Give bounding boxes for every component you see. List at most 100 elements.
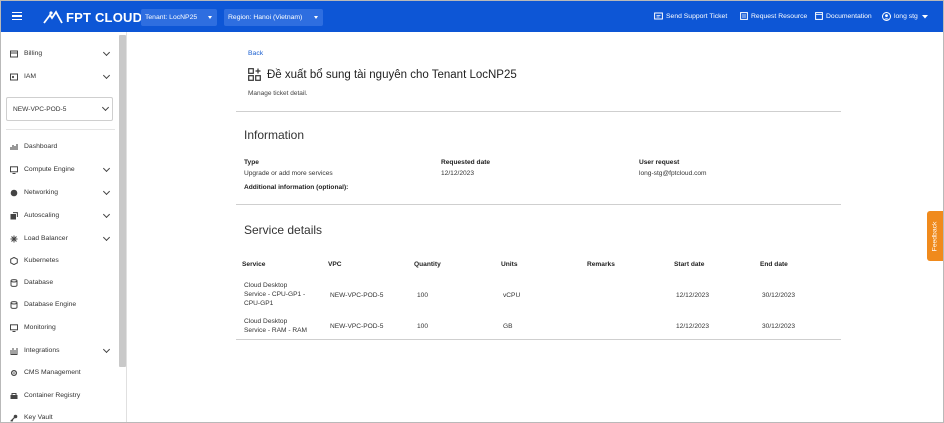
feedback-label: Feedback [931,221,939,251]
chevron-down-icon [102,164,111,173]
user-avatar-icon [882,12,891,21]
sidebar-item-label: Load Balancer [24,235,68,242]
quantity-cell: 100 [417,323,429,330]
feedback-tab[interactable]: Feedback [927,211,943,261]
autoscaling-icon [10,212,18,220]
user-request-value: long-stg@fptcloud.com [639,170,707,177]
sidebar-item-label: IAM [24,73,37,80]
page-title: Đề xuất bổ sung tài nguyên cho Tenant Lo… [248,68,517,81]
sidebar: Billing IAM NEW-VPC-POD-5 Dashboard Comp… [1,32,127,422]
support-label: Send Support Ticket [666,12,728,20]
sidebar-item-autoscaling[interactable]: Autoscaling [1,209,117,223]
monitor-icon [10,166,18,174]
sidebar-item-label: Database Engine [24,301,77,308]
vpc-select-value: NEW-VPC-POD-5 [13,106,67,113]
billing-icon [10,50,18,58]
document-icon [815,12,823,20]
sidebar-item-label: Kubernetes [24,257,59,264]
chevron-down-icon [102,48,111,57]
end-date-cell: 30/12/2023 [762,323,796,330]
add-resource-icon [248,68,261,81]
region-select-label: Region: Hanoi (Vietnam) [228,14,303,21]
vpc-cell: NEW-VPC-POD-5 [330,292,384,299]
divider [236,204,841,205]
start-date-cell: 12/12/2023 [676,292,710,299]
page-title-text: Đề xuất bổ sung tài nguyên cho Tenant Lo… [267,68,517,81]
service-line: CPU-GP1 [244,300,274,307]
units-cell: vCPU [503,292,521,299]
kubernetes-icon [10,257,18,265]
vpc-cell: NEW-VPC-POD-5 [330,323,384,330]
fpt-cloud-logo[interactable]: FPT CLOUD [43,9,142,25]
bar-chart-icon [10,144,18,150]
vpc-select[interactable]: NEW-VPC-POD-5 [6,97,113,121]
column-header-quantity: Quantity [414,261,441,268]
chevron-down-icon [102,345,111,354]
column-header-units: Units [501,261,518,268]
documentation-link[interactable]: Documentation [815,12,872,20]
additional-info-label: Additional information (optional): [244,184,349,191]
sidebar-item-kubernetes[interactable]: Kubernetes [1,254,117,268]
sidebar-item-billing[interactable]: Billing [1,47,117,61]
sidebar-item-compute-engine[interactable]: Compute Engine [1,163,117,177]
menu-icon[interactable] [12,12,22,20]
database-icon [10,301,18,309]
chevron-down-icon [102,71,111,80]
sidebar-item-networking[interactable]: Networking [1,186,117,200]
sidebar-item-label: Billing [24,50,43,57]
sidebar-item-label: Container Registry [24,392,81,399]
back-link[interactable]: Back [248,50,263,57]
units-cell: GB [503,323,513,330]
sidebar-item-container-registry[interactable]: Container Registry [1,389,117,403]
sidebar-item-cms-management[interactable]: CMS Management [1,366,117,380]
service-cell: Cloud Desktop Service - CPU-GP1 - CPU-GP… [244,281,305,308]
request-resource-link[interactable]: Request Resource [740,12,807,20]
sidebar-item-key-vault[interactable]: Key Vault [1,411,117,422]
service-line: Cloud Desktop [244,318,288,325]
iam-icon [10,73,18,81]
sidebar-item-label: Networking [24,189,58,196]
request-label: Request Resource [751,12,808,20]
docs-label: Documentation [826,12,872,20]
information-heading: Information [244,128,305,142]
type-value: Upgrade or add more services [244,170,333,177]
quantity-cell: 100 [417,292,429,299]
sidebar-item-monitoring[interactable]: Monitoring [1,321,117,335]
sidebar-item-label: Dashboard [24,143,58,150]
service-cell: Cloud Desktop Service - RAM - RAM [244,317,307,335]
sidebar-item-label: Integrations [24,347,60,354]
chevron-down-icon [101,103,110,112]
service-details-heading: Service details [244,223,323,237]
column-header-vpc: VPC [328,261,342,268]
column-header-service: Service [242,261,266,268]
sidebar-item-dashboard[interactable]: Dashboard [1,140,117,154]
service-line: Service - RAM - RAM [244,327,308,334]
column-header-end-date: End date [760,261,788,268]
start-date-cell: 12/12/2023 [676,323,710,330]
send-support-ticket-link[interactable]: Send Support Ticket [654,12,727,20]
top-bar: FPT CLOUD Tenant: LocNP25 Region: Hanoi … [1,1,943,32]
column-header-remarks: Remarks [587,261,615,268]
sidebar-item-database[interactable]: Database [1,276,117,290]
sidebar-scrollbar[interactable] [119,35,126,367]
sidebar-item-integrations[interactable]: Integrations [1,344,117,358]
chevron-down-icon [102,210,111,219]
sidebar-item-database-engine[interactable]: Database Engine [1,298,117,312]
user-menu[interactable]: long stg [882,12,931,21]
sidebar-item-label: Database [24,279,54,286]
sidebar-item-label: Autoscaling [24,212,60,219]
key-icon [10,414,18,422]
sidebar-divider [6,129,115,130]
end-date-cell: 30/12/2023 [762,292,796,299]
sidebar-item-load-balancer[interactable]: Load Balancer [1,232,117,246]
sidebar-item-label: Monitoring [24,324,56,331]
sidebar-item-iam[interactable]: IAM [1,70,117,84]
caret-down-icon [208,16,212,19]
sidebar-item-label: Compute Engine [24,166,75,173]
tenant-select-label: Tenant: LocNP25 [145,14,198,21]
tenant-select[interactable]: Tenant: LocNP25 [141,9,217,26]
service-line: Cloud Desktop [244,282,288,289]
sidebar-item-label: Key Vault [24,414,53,421]
divider [236,111,841,112]
region-select[interactable]: Region: Hanoi (Vietnam) [224,9,323,26]
